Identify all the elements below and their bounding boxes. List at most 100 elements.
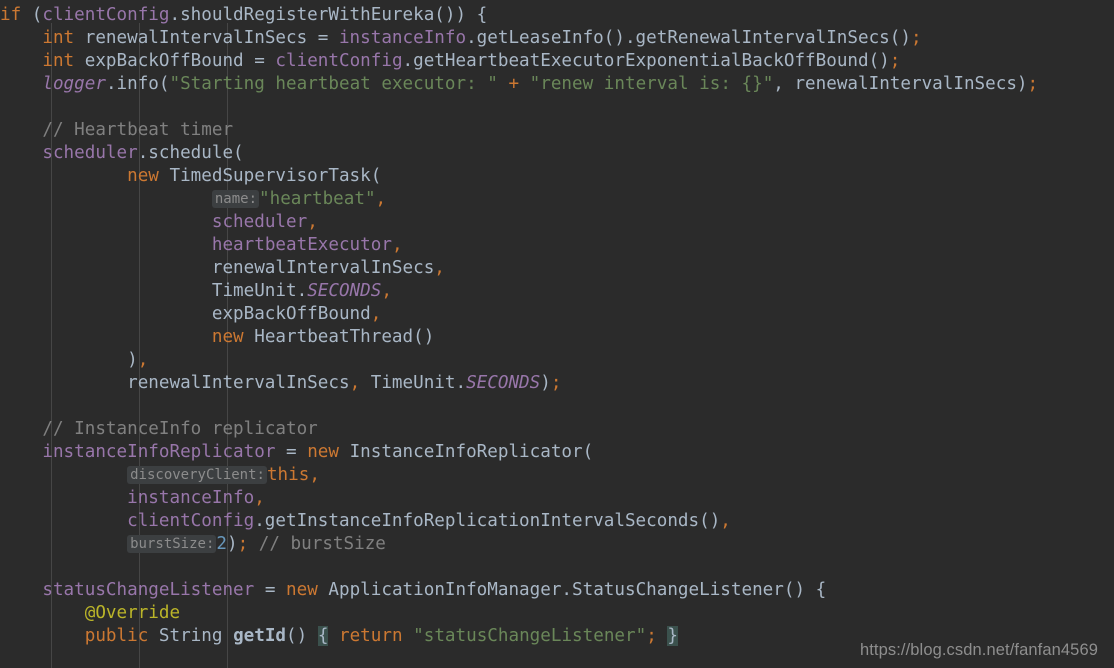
code-line[interactable]: ), [0,349,1114,372]
code-token: .shouldRegisterWithEureka()) { [169,5,488,25]
code-line[interactable]: clientConfig.getInstanceInfoReplicationI… [0,510,1114,533]
code-line[interactable]: int expBackOffBound = clientConfig.getHe… [0,50,1114,73]
code-token: instanceInfo [127,488,255,508]
code-token: , [309,465,320,485]
code-line[interactable]: // Heartbeat timer [0,119,1114,142]
code-token: ; [237,534,249,554]
code-line[interactable]: logger.info("Starting heartbeat executor… [0,73,1114,96]
code-token: = [254,580,287,600]
code-token: ; [910,28,922,48]
code-token: SECONDS [466,373,541,393]
code-line[interactable]: instanceInfoReplicator = new InstanceInf… [0,441,1114,464]
code-token: ; [646,626,657,646]
code-token: , [254,488,265,508]
code-token: clientConfig [275,51,403,71]
code-token: = [275,442,308,462]
code-token: ; [1027,74,1039,94]
code-line[interactable] [0,556,1114,579]
parameter-name-hint: discoveryClient: [127,466,267,484]
code-token: scheduler [42,143,138,163]
code-line[interactable]: // InstanceInfo replicator [0,418,1114,441]
code-token: "renew interval is: {}" [529,74,774,94]
code-token: statusChangeListener [42,580,255,600]
code-line[interactable]: TimeUnit.SECONDS, [0,280,1114,303]
code-token: new [211,327,244,347]
code-token: instanceInfo [338,28,467,48]
code-content[interactable]: if (clientConfig.shouldRegisterWithEurek… [0,0,1114,648]
code-token: // burstSize [258,534,386,554]
code-token: new [286,580,318,600]
code-line[interactable]: if (clientConfig.shouldRegisterWithEurek… [0,4,1114,27]
code-token: "heartbeat" [259,189,376,209]
code-token: , [434,258,445,278]
code-token: ) [540,373,551,393]
code-token: SECONDS [307,281,382,301]
code-token: renewalIntervalInSecs [0,258,435,278]
code-token: TimeUnit. [0,281,308,301]
code-token: renewalIntervalInSecs = [74,28,339,48]
code-line[interactable]: heartbeatExecutor, [0,234,1114,257]
code-line[interactable]: int renewalIntervalInSecs = instanceInfo… [0,27,1114,50]
code-line[interactable]: expBackOffBound, [0,303,1114,326]
code-token: ) [0,350,138,370]
code-line[interactable]: name: "heartbeat", [0,188,1114,211]
code-line[interactable] [0,395,1114,418]
code-token: () [286,626,318,646]
code-line[interactable]: renewalIntervalInSecs, [0,257,1114,280]
code-token: new [307,442,339,462]
code-line[interactable]: statusChangeListener = new ApplicationIn… [0,579,1114,602]
code-token: // Heartbeat timer [42,120,234,140]
code-line[interactable]: renewalIntervalInSecs, TimeUnit.SECONDS)… [0,372,1114,395]
code-token: , [307,212,318,232]
code-line[interactable]: new TimedSupervisorTask( [0,165,1114,188]
code-token: int [42,28,75,48]
code-token: , [375,189,387,209]
code-token: renewalIntervalInSecs [0,373,350,393]
code-line[interactable] [0,96,1114,119]
code-token: public [84,626,149,646]
code-token: expBackOffBound [0,304,371,324]
code-token: TimeUnit. [360,373,467,393]
code-line[interactable]: @Override [0,602,1114,625]
code-token: ( [21,5,43,25]
code-line[interactable]: scheduler.schedule( [0,142,1114,165]
code-token: logger [42,74,106,94]
code-token: "statusChangeListener" [413,626,647,646]
code-token: , [137,350,149,370]
parameter-name-hint: name: [211,190,260,208]
parameter-name-hint: burstSize: [127,535,217,553]
code-token: .getInstanceInfoReplicationIntervalSecon… [254,511,721,531]
code-token: , renewalIntervalInSecs) [773,74,1028,94]
code-line[interactable]: instanceInfo, [0,487,1114,510]
code-token: getId [233,626,287,646]
code-token: .schedule( [137,143,244,163]
code-editor-viewport[interactable]: if (clientConfig.shouldRegisterWithEurek… [0,0,1114,668]
code-token: scheduler [211,212,308,232]
code-token: + [497,74,530,94]
code-token: ApplicationInfoManager.StatusChangeListe… [317,580,827,600]
code-token: int [42,51,75,71]
code-line[interactable]: new HeartbeatThread() [0,326,1114,349]
code-line[interactable]: scheduler, [0,211,1114,234]
code-token: clientConfig [127,511,255,531]
code-token: heartbeatExecutor [211,235,392,255]
code-token: , [381,281,392,301]
code-line[interactable]: burstSize: 2); // burstSize [0,533,1114,556]
code-token: HeartbeatThread() [243,327,435,347]
code-token: clientConfig [42,5,170,25]
code-token: String [148,626,234,646]
code-line[interactable]: discoveryClient: this, [0,464,1114,487]
